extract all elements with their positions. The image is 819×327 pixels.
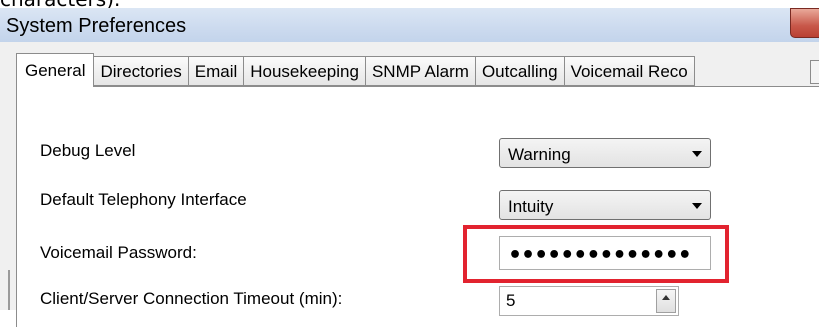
tab-strip: General Directories Email Housekeeping S… [16, 53, 695, 87]
tab-general[interactable]: General [16, 53, 95, 87]
debug-level-select[interactable]: Warning [499, 138, 711, 168]
tab-email[interactable]: Email [188, 56, 245, 86]
spin-buttons[interactable] [656, 289, 676, 313]
connection-timeout-label: Client/Server Connection Timeout (min): [40, 289, 343, 308]
connection-timeout-stepper[interactable]: 5 [499, 286, 679, 316]
highlight-box [463, 225, 729, 283]
clipped-text-fragment: characters). [0, 0, 819, 8]
title-bar: System Preferences [0, 8, 819, 42]
tab-scroll-button[interactable] [810, 60, 819, 84]
window-title: System Preferences [6, 15, 187, 37]
debug-level-label: Debug Level [40, 141, 136, 160]
tab-housekeeping[interactable]: Housekeeping [244, 56, 366, 86]
voicemail-password-label: Voicemail Password: [40, 243, 197, 262]
frame-border [8, 270, 10, 310]
default-telephony-label: Default Telephony Interface [40, 190, 247, 209]
close-button[interactable] [790, 8, 819, 38]
connection-timeout-value: 5 [506, 291, 516, 310]
chevron-down-icon [692, 203, 702, 209]
chevron-down-icon [692, 151, 702, 157]
tab-directories[interactable]: Directories [94, 56, 189, 86]
tab-outcalling[interactable]: Outcalling [475, 56, 565, 86]
tab-snmp-alarm[interactable]: SNMP Alarm [365, 56, 476, 86]
debug-level-value: Warning [508, 145, 571, 164]
tab-voicemail-recording[interactable]: Voicemail Reco [564, 56, 695, 86]
default-telephony-select[interactable]: Intuity [499, 190, 711, 220]
chevron-up-icon [662, 295, 670, 300]
default-telephony-value: Intuity [508, 197, 554, 216]
